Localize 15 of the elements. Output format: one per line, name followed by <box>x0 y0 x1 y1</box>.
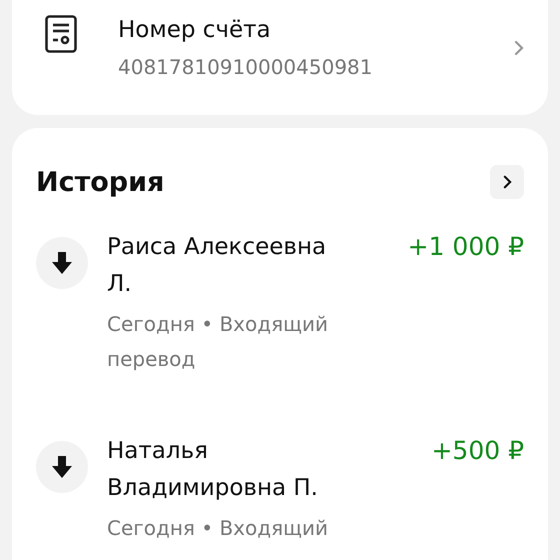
transfer-amount: +500 ₽ <box>431 435 524 467</box>
transfer-amount: +1 000 ₽ <box>408 231 524 263</box>
sender-name: Наталья Владимировна П. <box>107 437 319 503</box>
chevron-button[interactable] <box>490 165 524 199</box>
chevron-right-icon[interactable] <box>514 40 524 56</box>
document-icon <box>45 15 77 53</box>
account-number: 40817810910000450981 <box>118 54 374 81</box>
account-title: Номер счёта <box>118 16 272 45</box>
arrow-down-icon <box>51 251 73 275</box>
sender-name: Раиса Алексеевна Л. <box>107 233 328 299</box>
chevron-right-icon <box>502 175 512 189</box>
transfer-details: Сегодня • Входящий перевод <box>107 311 329 373</box>
transfer-details: Сегодня • Входящий <box>107 515 329 542</box>
arrow-down-icon <box>51 455 73 479</box>
history-title: История <box>36 166 164 198</box>
